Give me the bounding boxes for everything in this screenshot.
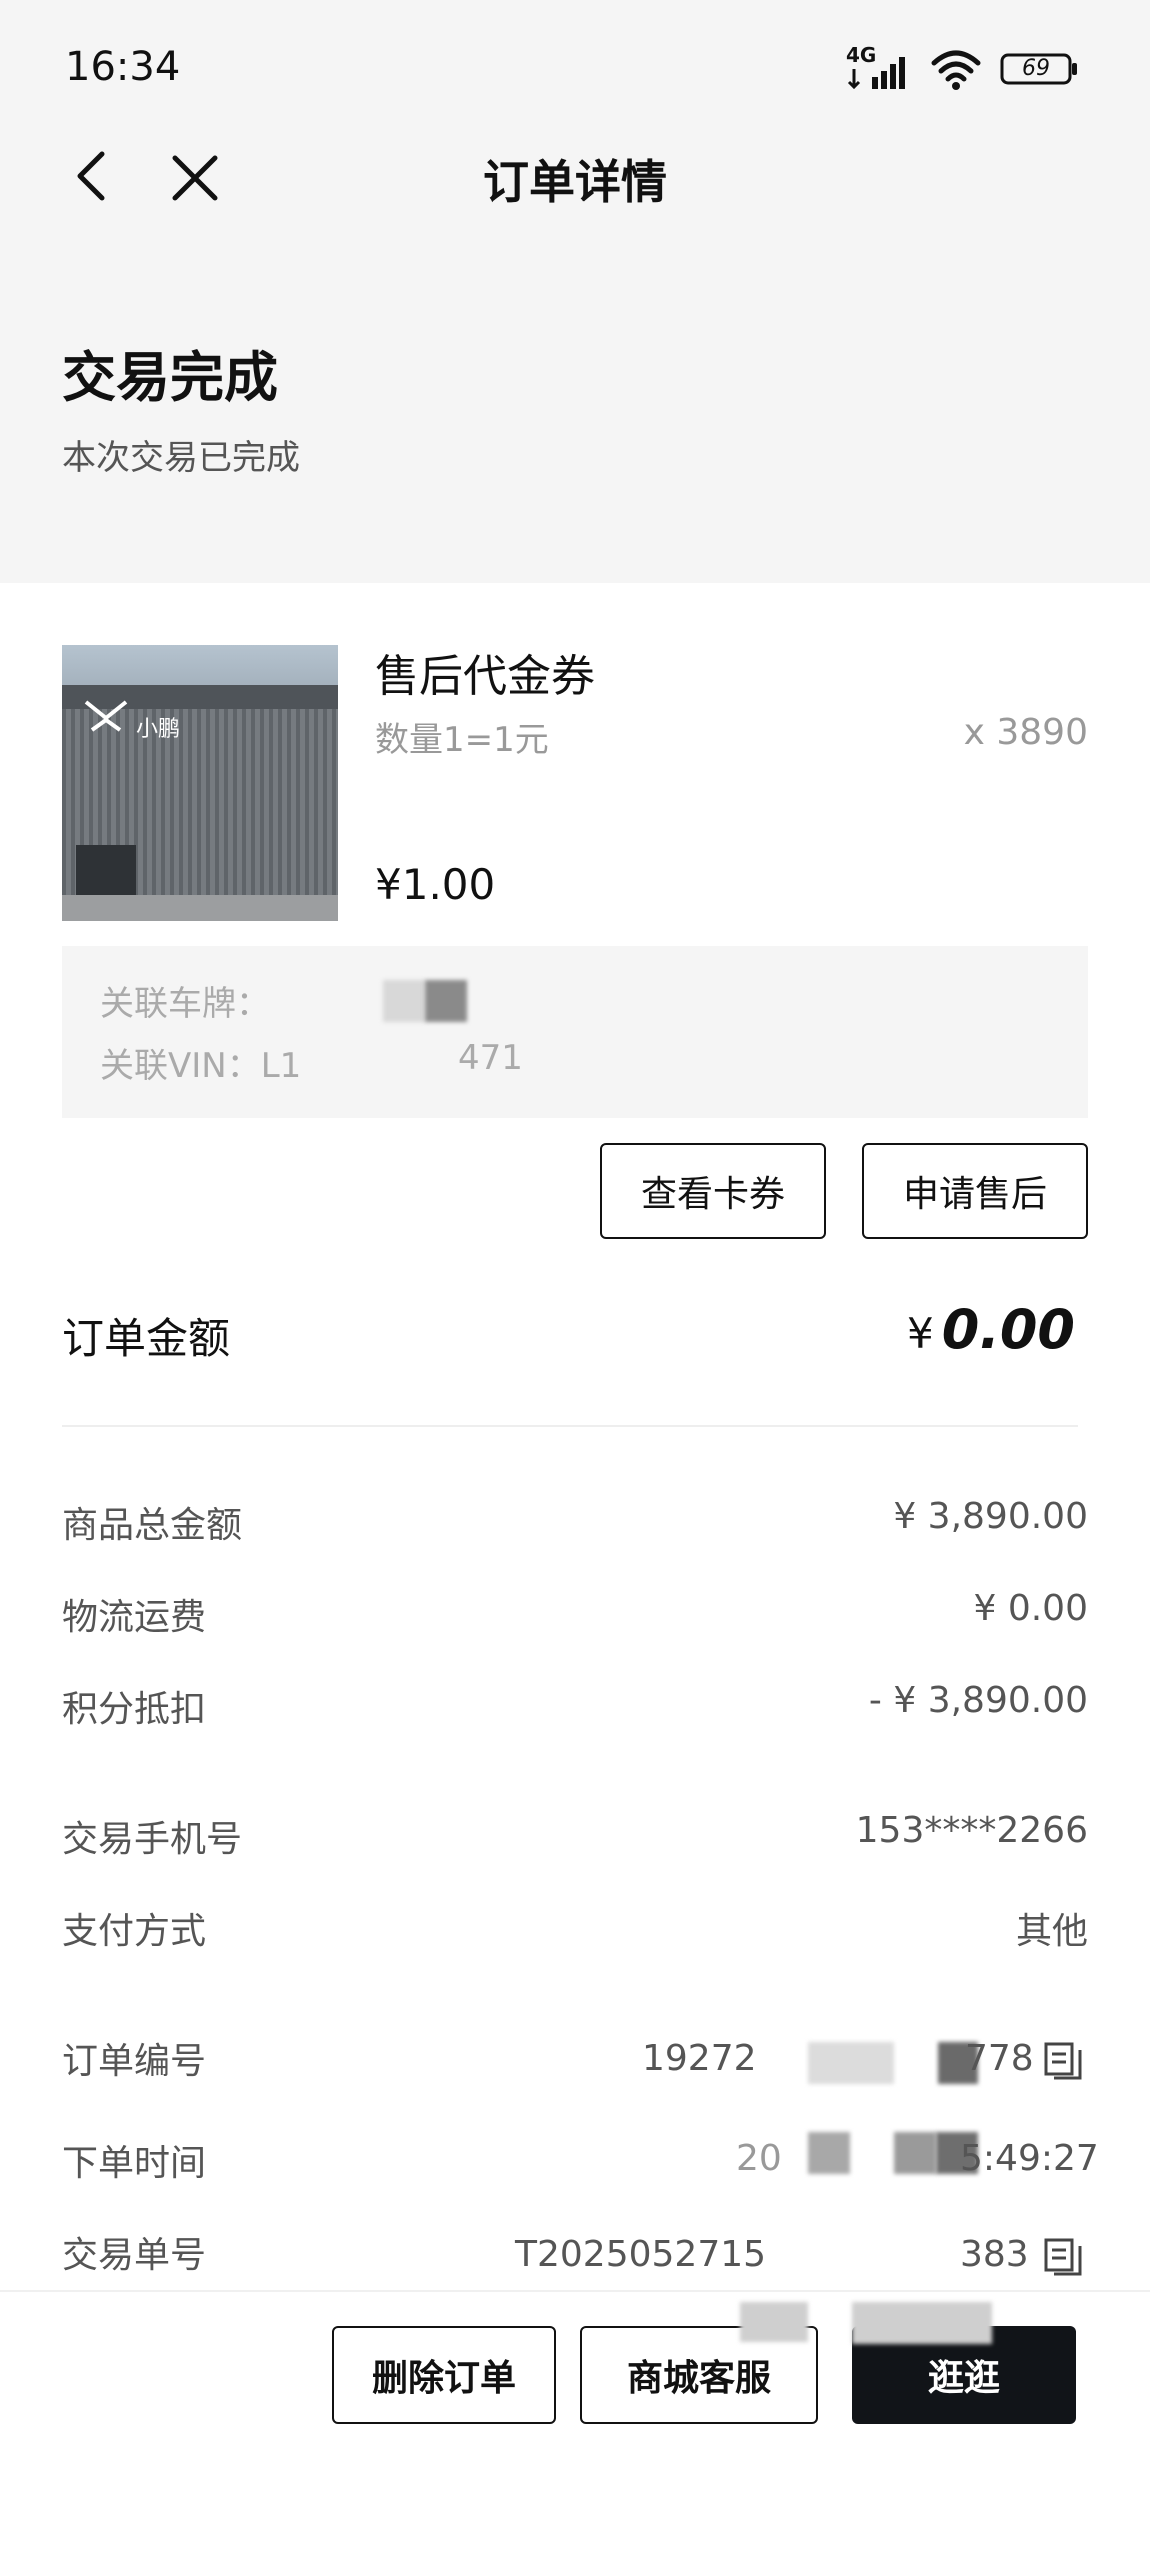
shipping-fee-value: ¥ 0.00 [973, 1588, 1088, 1629]
product-image[interactable]: 小鹏 [62, 645, 338, 921]
apply-after-sale-button[interactable]: 申请售后 [862, 1143, 1088, 1239]
order-status-subtitle: 本次交易已完成 [62, 438, 300, 478]
logo-text: 小鹏 [136, 717, 181, 742]
redaction-block [808, 2042, 894, 2084]
related-vehicle-box: 关联车牌： 关联VIN：L1 471 [62, 946, 1088, 1118]
order-time-end: 5:49:27 [960, 2138, 1099, 2179]
view-card-button[interactable]: 查看卡券 [600, 1143, 826, 1239]
status-icons: 4G 69 [846, 43, 1080, 94]
product-spec: 数量1=1元 [375, 720, 549, 760]
transaction-number-label: 交易单号 [62, 2235, 207, 2276]
redaction-block [852, 2302, 992, 2344]
transaction-number-start: T2025052715 [515, 2234, 767, 2275]
payment-method-label: 支付方式 [62, 1911, 207, 1952]
battery-level: 69 [1022, 56, 1050, 81]
order-number-label: 订单编号 [62, 2041, 207, 2082]
nav-bar: 订单详情 [0, 118, 1150, 238]
ground [62, 895, 338, 921]
order-status-section: 交易完成 本次交易已完成 [0, 238, 1150, 583]
copy-transaction-number-icon[interactable] [1042, 2236, 1084, 2278]
related-vin-label: 关联VIN： [100, 1046, 261, 1086]
points-deduction-value: - ¥ 3,890.00 [868, 1680, 1088, 1721]
related-vin-line: 关联VIN：L1 [100, 1038, 301, 1087]
points-deduction-label: 积分抵扣 [62, 1689, 207, 1730]
goods-total-value: ¥ 3,890.00 [893, 1496, 1088, 1537]
shipping-fee-label: 物流运费 [62, 1597, 207, 1638]
payment-method-value: 其他 [1015, 1911, 1088, 1952]
cellular-signal-icon: 4G [846, 43, 912, 91]
related-plate-label: 关联车牌： [100, 984, 270, 1024]
redaction-block [894, 2132, 936, 2174]
product-quantity: x 3890 [963, 712, 1088, 753]
goods-total-label: 商品总金额 [62, 1505, 243, 1546]
redaction-block [808, 2132, 850, 2174]
order-time-label: 下单时间 [62, 2143, 207, 2184]
redaction-block [425, 980, 467, 1022]
phone-value: 153****2266 [855, 1810, 1088, 1851]
copy-order-number-icon[interactable] [1042, 2040, 1084, 2082]
order-time-start: 20 [736, 2138, 782, 2179]
order-amount-number: 0.00 [941, 1298, 1075, 1361]
order-number-start: 19272 [642, 2038, 757, 2079]
redaction-block [383, 980, 425, 1022]
order-number-end: 778 [965, 2038, 1034, 2079]
transaction-number-end: 383 [960, 2234, 1029, 2275]
xpeng-logo-icon [84, 700, 128, 736]
order-amount-label: 订单金额 [62, 1314, 231, 1363]
product-name: 售后代金券 [375, 651, 595, 702]
divider [62, 1425, 1078, 1427]
order-status-title: 交易完成 [62, 346, 278, 409]
status-bar: 16:34 4G 69 [0, 0, 1150, 135]
delete-order-button[interactable]: 删除订单 [332, 2326, 556, 2424]
status-time: 16:34 [65, 44, 181, 90]
page-title: 订单详情 [483, 155, 667, 209]
order-amount-currency: ¥ [907, 1309, 934, 1358]
product-price: ¥1.00 [375, 860, 496, 909]
bottom-action-bar: 删除订单 商城客服 逛逛 [0, 2290, 1150, 2556]
related-vin-end: 471 [458, 1038, 523, 1078]
redaction-block [740, 2302, 808, 2342]
order-amount-value: ¥0.00 [907, 1298, 1075, 1361]
phone-label: 交易手机号 [62, 1819, 243, 1860]
related-vin-start: L1 [260, 1046, 302, 1086]
battery-icon: 69 [1000, 51, 1080, 87]
wifi-icon [930, 47, 982, 91]
